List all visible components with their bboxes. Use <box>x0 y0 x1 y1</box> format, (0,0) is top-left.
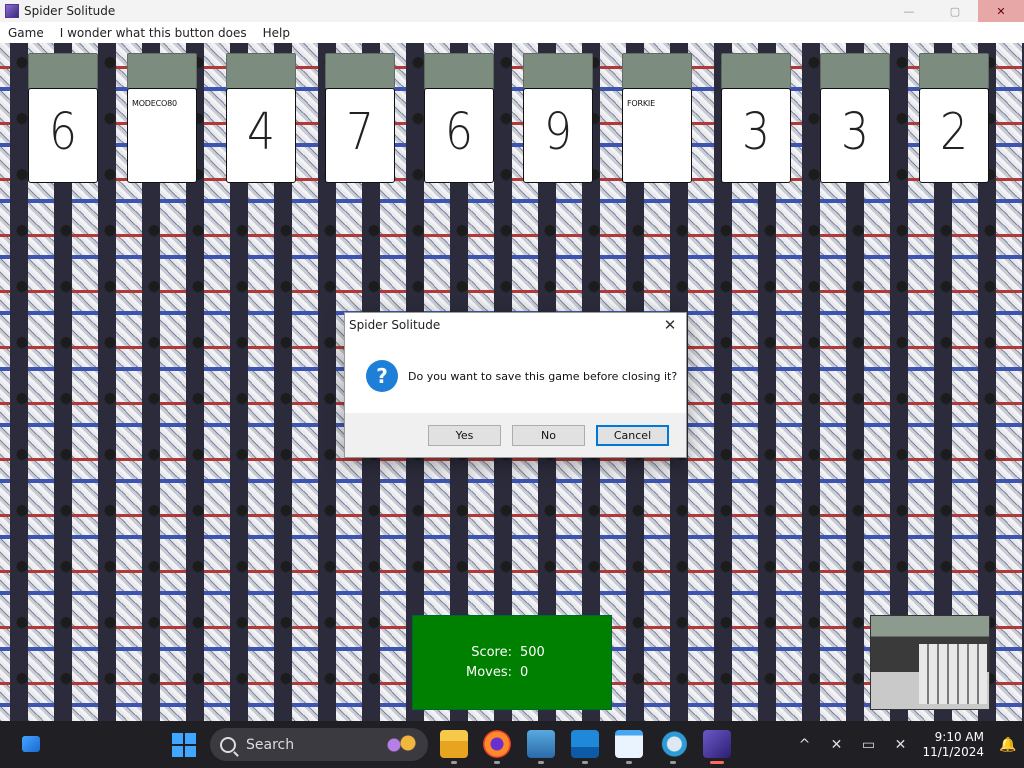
file-explorer-icon[interactable] <box>440 730 468 764</box>
tableau-column-3[interactable]: 4 <box>226 53 296 183</box>
tableau-column-1[interactable]: 6 <box>28 53 98 183</box>
no-button[interactable]: No <box>512 424 585 446</box>
devices-app-icon[interactable] <box>527 730 555 764</box>
card-face[interactable]: 4 <box>226 88 296 183</box>
close-window-button[interactable]: ✕ <box>978 0 1024 22</box>
spider-app-icon <box>5 4 19 18</box>
card-back <box>721 53 791 89</box>
card-face[interactable]: 9 <box>523 88 593 183</box>
system-tray: ^ ✕ ▭ ✕ 9:10 AM 11/1/2024 🔔 <box>788 721 1024 768</box>
start-button[interactable] <box>172 733 196 757</box>
maximize-button[interactable]: ▢ <box>932 0 978 22</box>
taskbar: Search ^ ✕ ▭ ✕ 9:10 AM 11/1/2024 🔔 <box>0 721 1024 768</box>
card-face[interactable]: 3 <box>721 88 791 183</box>
tableau-column-4[interactable]: 7 <box>325 53 395 183</box>
menu-bar: Game I wonder what this button does Help <box>0 22 1024 43</box>
card-face[interactable]: 2 <box>919 88 989 183</box>
card-face[interactable]: 6 <box>28 88 98 183</box>
card-back <box>820 53 890 89</box>
card-face[interactable]: 3 <box>820 88 890 183</box>
moves-value: 0 <box>520 664 529 680</box>
save-game-dialog: Spider Solitude ✕ ? Do you want to save … <box>344 312 687 458</box>
stock-deal-pile[interactable] <box>870 615 990 710</box>
taskbar-search[interactable]: Search <box>210 728 428 761</box>
card-back <box>622 53 692 89</box>
search-highlight-icon <box>380 734 420 754</box>
dialog-button-row: Yes No Cancel <box>345 413 686 457</box>
clock-date: 11/1/2024 <box>922 744 984 759</box>
search-placeholder: Search <box>246 736 295 753</box>
card-face[interactable]: 6 <box>424 88 494 183</box>
score-value: 500 <box>520 644 545 660</box>
notepad-icon[interactable] <box>615 730 643 764</box>
card-face[interactable]: 7 <box>325 88 395 183</box>
minimize-button[interactable]: — <box>886 0 932 22</box>
card-back <box>28 53 98 89</box>
tableau-column-2[interactable]: MODECO80 <box>127 53 197 183</box>
moves-label: Moves: <box>465 664 512 680</box>
window-title: Spider Solitude <box>24 4 116 18</box>
yes-button[interactable]: Yes <box>428 424 501 446</box>
firefox-icon[interactable] <box>483 730 511 764</box>
volume-muted-icon[interactable]: ✕ <box>889 734 911 756</box>
window-controls: — ▢ ✕ <box>886 0 1024 22</box>
menu-game[interactable]: Game <box>0 26 52 40</box>
tableau-column-9[interactable]: 3 <box>820 53 890 183</box>
card-back <box>919 53 989 89</box>
title-bar: Spider Solitude — ▢ ✕ <box>0 0 1024 22</box>
card-face[interactable]: FORKIE <box>622 88 692 183</box>
cloud-off-icon[interactable]: ✕ <box>825 734 847 756</box>
notification-bell-icon[interactable]: 🔔 <box>997 734 1019 756</box>
tableau-column-5[interactable]: 6 <box>424 53 494 183</box>
card-back <box>523 53 593 89</box>
widgets-icon[interactable] <box>20 733 44 755</box>
tableau-column-10[interactable]: 2 <box>919 53 989 183</box>
card-face[interactable]: MODECO80 <box>127 88 197 183</box>
taskbar-clock[interactable]: 9:10 AM 11/1/2024 <box>922 730 984 760</box>
magnifier-icon[interactable] <box>659 730 687 764</box>
dialog-close-icon[interactable]: ✕ <box>660 315 680 335</box>
spider-solitude-taskbar-icon[interactable] <box>703 730 731 764</box>
menu-wonder[interactable]: I wonder what this button does <box>52 26 255 40</box>
clock-time: 9:10 AM <box>934 729 984 744</box>
dialog-message: Do you want to save this game before clo… <box>408 369 678 383</box>
card-back <box>226 53 296 89</box>
network-icon[interactable]: ▭ <box>857 734 879 756</box>
dialog-title-bar: Spider Solitude ✕ <box>345 313 686 337</box>
tableau-column-6[interactable]: 9 <box>523 53 593 183</box>
dialog-title: Spider Solitude <box>349 318 441 332</box>
tableau-column-8[interactable]: 3 <box>721 53 791 183</box>
score-label: Score: <box>471 644 512 660</box>
score-panel: Score: 500 Moves: 0 <box>412 615 612 710</box>
chevron-up-icon[interactable]: ^ <box>793 734 815 756</box>
menu-help[interactable]: Help <box>255 26 298 40</box>
card-back <box>127 53 197 89</box>
card-back <box>424 53 494 89</box>
search-icon <box>220 736 236 753</box>
tableau-column-7[interactable]: FORKIE <box>622 53 692 183</box>
question-icon: ? <box>366 360 398 392</box>
photos-icon[interactable] <box>571 730 599 764</box>
card-back <box>325 53 395 89</box>
cancel-button[interactable]: Cancel <box>596 424 669 446</box>
dialog-body: ? Do you want to save this game before c… <box>345 337 686 415</box>
